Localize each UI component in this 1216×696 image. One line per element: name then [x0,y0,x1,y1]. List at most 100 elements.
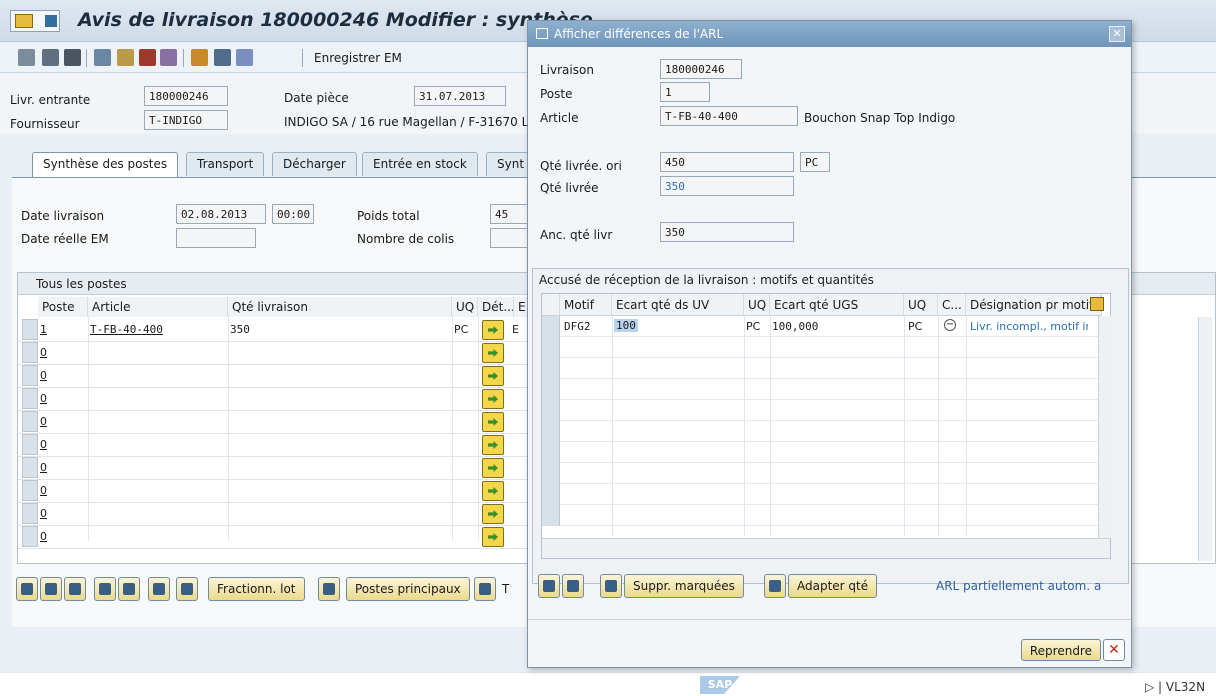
table-row[interactable] [542,400,1102,421]
detail-arrow-icon[interactable] [482,366,504,386]
arl-vertical-scrollbar[interactable] [1098,316,1112,538]
row-selector[interactable] [542,484,560,505]
truck-icon[interactable] [139,49,156,66]
poste-cell[interactable]: 0 [40,461,47,474]
poste-cell[interactable]: 0 [40,484,47,497]
col-header-uq[interactable]: UQ [904,294,938,316]
nombre-colis-field[interactable] [490,228,530,248]
tab-synthese-postes[interactable]: Synthèse des postes [32,152,179,178]
search-icon[interactable] [176,577,198,601]
table-vertical-scrollbar[interactable] [1198,317,1212,561]
minus-circle-icon[interactable]: − [944,319,956,331]
table-row[interactable] [542,442,1102,463]
row-selector[interactable] [542,505,560,526]
tab-transport[interactable]: Transport [186,152,265,176]
col-header-detail[interactable]: Dét... [478,297,514,317]
table-row[interactable]: 0 [18,388,528,411]
table-row[interactable] [542,484,1102,505]
filter-icon[interactable] [318,577,340,601]
detail-arrow-icon[interactable] [482,481,504,501]
column-settings-icon[interactable] [1090,297,1104,311]
detail-arrow-icon[interactable] [482,412,504,432]
row-selector[interactable] [542,442,560,463]
poste-cell[interactable]: 0 [40,507,47,520]
row-selector[interactable] [22,319,38,340]
table-row[interactable] [542,463,1102,484]
table-row[interactable] [542,421,1102,442]
date-reelle-em-field[interactable] [176,228,256,248]
row-selector[interactable] [22,480,38,501]
delete-icon[interactable] [64,49,81,66]
col-header-designation[interactable]: Désignation pr motif [966,294,1102,316]
poste-cell[interactable]: 0 [40,392,47,405]
tab-entree-stock[interactable]: Entrée en stock [362,152,478,176]
detail-arrow-icon[interactable] [482,435,504,455]
select-all-icon[interactable] [538,574,560,598]
table-row[interactable]: 0 [18,342,528,365]
col-header-ecart-uv[interactable]: Ecart qté ds UV [612,294,744,316]
save-em-button[interactable]: Enregistrer EM [314,51,402,65]
row-selector[interactable] [542,358,560,379]
tab-decharger[interactable]: Décharger [272,152,357,176]
table-row[interactable]: 0 [18,457,528,480]
table-row[interactable]: 0 [18,503,528,526]
detail-arrow-icon[interactable] [482,389,504,409]
heure-livraison-field[interactable]: 00:00 [272,204,314,224]
system-menu-button[interactable] [10,10,60,32]
table-row[interactable]: DFG2 100 PC 100,000 PC − Livr. incompl.,… [542,316,1102,337]
col-header-motif[interactable]: Motif [560,294,612,316]
details-icon[interactable] [16,577,38,601]
fournisseur-field[interactable]: T-INDIGO [144,110,228,130]
col-header-e[interactable]: E [514,297,528,317]
row-selector[interactable] [22,457,38,478]
row-selector[interactable] [22,434,38,455]
col-header-poste[interactable]: Poste [38,297,88,317]
row-selector[interactable] [22,411,38,432]
trash-icon[interactable] [600,574,622,598]
row-selector[interactable] [22,526,38,547]
date-livraison-field[interactable]: 02.08.2013 [176,204,266,224]
row-selector[interactable] [542,421,560,442]
row-selector[interactable] [22,365,38,386]
poste-cell[interactable]: 0 [40,369,47,382]
deselect-all-icon[interactable] [64,577,86,601]
table-row[interactable]: 0 [18,526,528,549]
truncated-button-label[interactable]: T [502,582,509,596]
article-cell[interactable]: T-FB-40-400 [90,323,163,336]
delete-row-icon[interactable] [118,577,140,601]
livr-entrante-field[interactable]: 180000246 [144,86,228,106]
adapter-qte-button[interactable]: Adapter qté [788,574,878,598]
insert-row-icon[interactable] [94,577,116,601]
close-icon[interactable]: ✕ [1109,26,1125,42]
row-selector[interactable] [22,342,38,363]
change-icon[interactable] [18,49,35,66]
date-piece-field[interactable]: 31.07.2013 [414,86,506,106]
col-header-uq[interactable]: UQ [744,294,770,316]
transaction-code[interactable]: ▷ | VL32N [1145,680,1205,694]
row-selector[interactable] [22,388,38,409]
deselect-all-icon[interactable] [562,574,584,598]
row-selector[interactable] [542,379,560,400]
copy-icon[interactable] [94,49,111,66]
display-icon[interactable] [42,49,59,66]
calculator-icon[interactable] [148,577,170,601]
row-selector[interactable] [542,337,560,358]
poids-total-field[interactable]: 45 [490,204,530,224]
table-row[interactable]: 0 [18,411,528,434]
postes-principaux-button[interactable]: Postes principaux [346,577,470,601]
poste-cell[interactable]: 0 [40,415,47,428]
col-header-ecart-ugs[interactable]: Ecart qté UGS [770,294,904,316]
select-all-icon[interactable] [40,577,62,601]
detail-arrow-icon[interactable] [482,343,504,363]
detail-arrow-icon[interactable] [482,320,504,340]
reprendre-button[interactable]: Reprendre [1020,639,1101,661]
output-icon[interactable] [160,49,177,66]
table-row[interactable] [542,337,1102,358]
picking-icon[interactable] [191,49,208,66]
col-header-qte-livraison[interactable]: Qté livraison [228,297,452,317]
cancel-icon[interactable]: ✕ [1103,639,1125,661]
fractionn-lot-button[interactable]: Fractionn. lot [208,577,305,601]
table-row[interactable] [542,505,1102,526]
table-row[interactable]: 0 [18,480,528,503]
poste-cell[interactable]: 1 [40,323,47,336]
